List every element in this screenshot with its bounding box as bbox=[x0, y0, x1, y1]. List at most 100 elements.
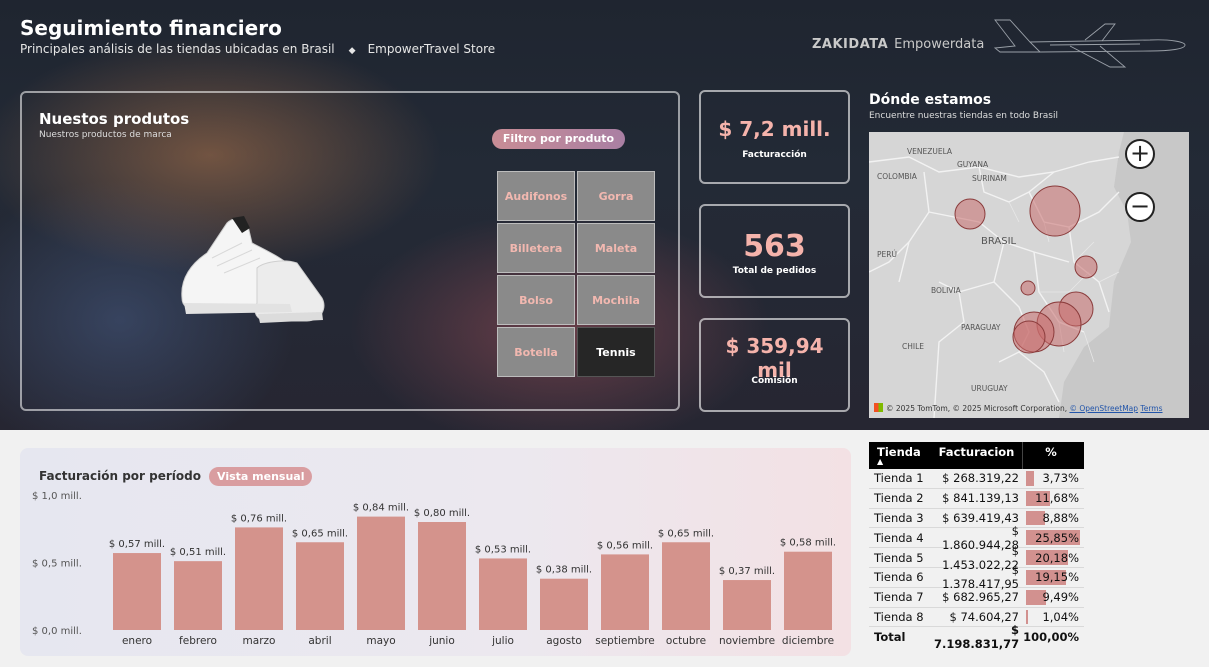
terms-link[interactable]: Terms bbox=[1140, 404, 1162, 413]
map-label-peru: PERÚ bbox=[877, 250, 897, 259]
data-label: $ 0,57 mill. bbox=[109, 539, 165, 550]
cell-pct: 11,68% bbox=[1022, 489, 1084, 508]
kpi-facturacion-label: Facturacción bbox=[742, 150, 807, 160]
brand-zakidata: ZAKIDATA bbox=[812, 37, 889, 52]
map-label-venezuela: VENEZUELA bbox=[907, 147, 953, 156]
zoom-in-button[interactable]: + bbox=[1125, 139, 1155, 169]
table-row[interactable]: Tienda 6 $ 1.378.417,95 19,15% bbox=[869, 563, 1084, 591]
map-label-colombia: COLOMBIA bbox=[877, 172, 918, 181]
bar-abril bbox=[296, 542, 344, 630]
kpi-card-pedidos: 563 Total de pedidos bbox=[699, 204, 850, 298]
data-label: $ 0,37 mill. bbox=[719, 566, 775, 577]
x-tick-label: abril bbox=[308, 635, 331, 647]
table-total-row: Total $ 7.198.831,77 100,00% bbox=[869, 623, 1084, 651]
kpi-pedidos-label: Total de pedidos bbox=[732, 266, 817, 276]
products-title: Nuestos produtos bbox=[39, 110, 190, 128]
cell-pct: 20,18% bbox=[1022, 548, 1084, 567]
product-filter-grid: Audifonos Gorra Billetera Maleta Bolso M… bbox=[497, 171, 655, 377]
cell-facturacion: $ 268.319,22 bbox=[942, 471, 1019, 486]
kpi-comision-value: $ 359,94 mil bbox=[725, 334, 824, 382]
filter-button-billetera[interactable]: Billetera bbox=[497, 223, 575, 273]
table-row[interactable]: Tienda 7 $ 682.965,27 9,49% bbox=[869, 588, 1084, 608]
y-tick-label: $ 0,5 mill. bbox=[32, 559, 82, 570]
filter-button-mochila[interactable]: Mochila bbox=[577, 275, 655, 325]
cell-tienda: Tienda 2 bbox=[874, 491, 924, 506]
cell-pct: 9,49% bbox=[1022, 588, 1084, 607]
zoom-out-button[interactable]: − bbox=[1125, 192, 1155, 222]
filter-button-bolso[interactable]: Bolso bbox=[497, 275, 575, 325]
total-facturacion: $ 7.198.831,77 bbox=[934, 623, 1020, 652]
map-subtitle: Encuentre nuestras tiendas en todo Brasi… bbox=[869, 111, 1058, 121]
data-label: $ 0,84 mill. bbox=[353, 503, 409, 514]
products-panel: Nuestos produtos Nuestros productos de m… bbox=[20, 91, 680, 411]
header-pct[interactable]: % bbox=[1022, 442, 1084, 469]
map-title: Dónde estamos bbox=[869, 92, 992, 108]
data-label: $ 0,65 mill. bbox=[292, 528, 348, 539]
bar-agosto bbox=[540, 578, 588, 630]
brand-empowerdata: Empowerdata bbox=[894, 37, 985, 52]
cell-facturacion: $ 74.604,27 bbox=[949, 609, 1020, 624]
bar-mayo bbox=[357, 516, 405, 630]
data-label: $ 0,65 mill. bbox=[658, 528, 714, 539]
table-body: Tienda 1 $ 268.319,22 3,73% Tienda 2 $ 841.1… bbox=[869, 469, 1084, 628]
map-bubble-store[interactable] bbox=[1020, 280, 1036, 296]
data-label: $ 0,76 mill. bbox=[231, 513, 287, 524]
subtitle-text: Principales análisis de las tiendas ubic… bbox=[20, 42, 335, 56]
openstreetmap-link[interactable]: © OpenStreetMap bbox=[1069, 404, 1138, 413]
cell-tienda: Tienda 3 bbox=[874, 510, 924, 525]
page-title: Seguimiento financiero bbox=[20, 16, 282, 40]
x-tick-label: julio bbox=[491, 635, 514, 647]
filter-button-tennis[interactable]: Tennis bbox=[577, 327, 655, 377]
cell-pct: 8,88% bbox=[1022, 509, 1084, 528]
map-label-paraguay: PARAGUAY bbox=[961, 323, 1001, 332]
filter-button-audifonos[interactable]: Audifonos bbox=[497, 171, 575, 221]
bar-noviembre bbox=[723, 580, 771, 630]
map-canvas[interactable]: VENEZUELA GUYANA SURINAM COLOMBIA BRASIL… bbox=[869, 132, 1189, 418]
store-name: EmpowerTravel Store bbox=[367, 42, 496, 56]
cell-facturacion: $ 1.378.417,95 bbox=[942, 563, 1019, 592]
cell-tienda: Tienda 6 bbox=[874, 570, 924, 585]
map-label-uruguay: URUGUAY bbox=[971, 384, 1008, 393]
header-tienda[interactable]: Tienda ▲ bbox=[869, 442, 934, 469]
cell-pct: 3,73% bbox=[1022, 469, 1084, 488]
microsoft-logo-icon bbox=[874, 403, 883, 412]
cell-tienda: Tienda 7 bbox=[874, 590, 924, 605]
cell-tienda: Tienda 1 bbox=[874, 471, 924, 486]
filter-button-gorra[interactable]: Gorra bbox=[577, 171, 655, 221]
map-bubble-store[interactable] bbox=[1012, 320, 1046, 354]
data-label: $ 0,58 mill. bbox=[780, 538, 836, 549]
bar-marzo bbox=[235, 527, 283, 630]
data-label: $ 0,53 mill. bbox=[475, 544, 531, 555]
map-label-brasil: BRASIL bbox=[981, 236, 1017, 247]
x-tick-label: mayo bbox=[366, 635, 395, 647]
x-tick-label: junio bbox=[428, 635, 455, 647]
table-row[interactable]: Tienda 1 $ 268.319,22 3,73% bbox=[869, 469, 1084, 489]
pct-bar bbox=[1026, 471, 1034, 486]
bar-septiembre bbox=[601, 554, 649, 630]
airplane-icon bbox=[993, 19, 1186, 68]
table-row[interactable]: Tienda 2 $ 841.139,13 11,68% bbox=[869, 489, 1084, 509]
map-label-surinam: SURINAM bbox=[972, 174, 1007, 183]
bar-julio bbox=[479, 558, 527, 630]
cell-tienda: Tienda 5 bbox=[874, 550, 924, 565]
map-bubble-store[interactable] bbox=[1029, 185, 1081, 237]
cell-pct: 1,04% bbox=[1022, 608, 1084, 627]
data-label: $ 0,56 mill. bbox=[597, 540, 653, 551]
table-header: Tienda ▲ Facturacion % bbox=[869, 442, 1084, 469]
cell-facturacion: $ 682.965,27 bbox=[942, 590, 1019, 605]
map-bubble-store[interactable] bbox=[1074, 255, 1098, 279]
y-tick-label: $ 0,0 mill. bbox=[32, 626, 82, 637]
filter-button-botella[interactable]: Botella bbox=[497, 327, 575, 377]
cell-pct: 19,15% bbox=[1022, 568, 1084, 587]
x-tick-label: enero bbox=[122, 635, 152, 647]
map-bubble-store[interactable] bbox=[954, 198, 986, 230]
pct-bar bbox=[1026, 609, 1029, 625]
kpi-facturacion-value: $ 7,2 mill. bbox=[718, 117, 831, 141]
filter-button-maleta[interactable]: Maleta bbox=[577, 223, 655, 273]
store-map[interactable]: VENEZUELA GUYANA SURINAM COLOMBIA BRASIL… bbox=[869, 132, 1189, 418]
data-label: $ 0,80 mill. bbox=[414, 508, 470, 519]
cell-facturacion: $ 841.139,13 bbox=[942, 491, 1019, 506]
header-facturacion[interactable]: Facturacion bbox=[934, 442, 1022, 469]
x-tick-label: noviembre bbox=[719, 635, 775, 647]
data-label: $ 0,38 mill. bbox=[536, 565, 592, 576]
